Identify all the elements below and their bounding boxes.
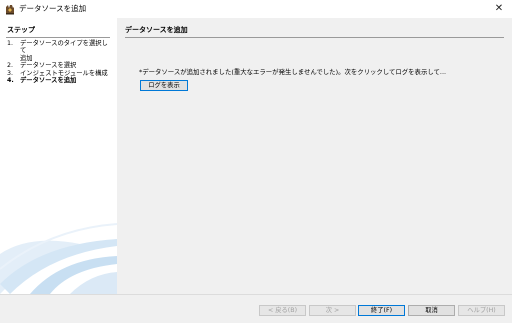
step-label-continued: 追加 <box>20 54 33 62</box>
content-panel: データソースを追加 *データソースが追加されました(重大なエラーが発生しませんで… <box>117 18 512 294</box>
step-label: データソースを選択 <box>20 62 77 70</box>
next-button[interactable]: 次 > <box>309 305 356 316</box>
step-item-select-type: 1. データソースのタイプを選択して 追加 <box>6 40 112 62</box>
step-label: インジェストモジュールを構成 <box>20 69 108 77</box>
sidebar-swoosh-decoration <box>0 223 117 294</box>
step-number: 3. <box>7 69 14 77</box>
finish-button[interactable]: 終了(F) <box>358 305 405 316</box>
close-button[interactable]: ✕ <box>486 0 512 18</box>
content-heading: データソースを追加 <box>125 26 188 34</box>
wizard-app-icon <box>6 5 14 15</box>
window-title: データソースを追加 <box>19 4 87 13</box>
step-item-configure-modules: 3. インジェストモジュールを構成 <box>6 70 112 77</box>
steps-sidebar: ステップ 1. データソースのタイプを選択して 追加 2. データソースを選択 … <box>0 18 117 294</box>
view-log-button[interactable]: ログを表示 <box>140 80 188 91</box>
back-button[interactable]: < 戻る(B) <box>259 305 306 316</box>
status-message: *データソースが追加されました(重大なエラーが発生しませんでした)。次をクリック… <box>139 68 447 76</box>
step-label: データソースを追加 <box>20 77 77 85</box>
content-divider <box>125 37 504 38</box>
step-number: 2. <box>7 62 14 70</box>
cancel-button[interactable]: 取消 <box>408 305 455 316</box>
title-bar: データソースを追加 ✕ <box>0 0 512 18</box>
step-label: データソースのタイプを選択して <box>20 40 108 55</box>
step-number: 1. <box>7 40 14 47</box>
step-item-add-source-current: 4. データソースを追加 <box>6 77 112 84</box>
steps-divider <box>6 37 110 38</box>
help-button[interactable]: ヘルプ(H) <box>458 305 505 316</box>
step-item-select-source: 2. データソースを選択 <box>6 62 112 69</box>
step-list: 1. データソースのタイプを選択して 追加 2. データソースを選択 3. イン… <box>6 40 112 84</box>
button-bar: < 戻る(B) 次 > 終了(F) 取消 ヘルプ(H) <box>0 294 512 323</box>
step-number: 4. <box>7 77 14 85</box>
steps-heading: ステップ <box>7 26 35 34</box>
